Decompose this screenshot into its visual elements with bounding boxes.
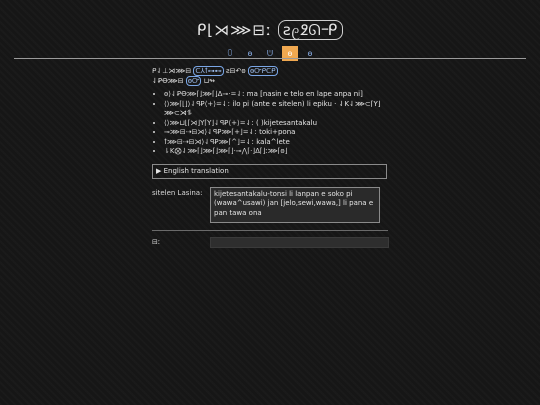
site-title: ᑭ⌊⋊⋙⊟ː ꙅ᧙߶ᘏ᠆ᑭ bbox=[0, 14, 540, 40]
rule-item: ꝉ⋙⊟⇢⊟⋊⟩⇃ꟼꝐ⋙⌈^⌋=⇃ː kala^lete bbox=[164, 138, 392, 148]
output-label: ⊟ː bbox=[152, 238, 161, 246]
main-content: ᑭ⇃⊥⋊⋙⊟ ᑕ⅄ꝉ⊶⊷ ꙅ⊟↶ꙩ ꙩᏅᑭᑕᑭ ⇃ꝐꝊ⋙⊟ ꙩᏅ ⊔↬ ꙩ⟩⇃Ꝑ… bbox=[152, 66, 392, 248]
rule-item: ⊸⋙⊟⇢⊟⋊⟩⇃ꟼꝐ⋙⌈+⌋=⇃ː toki+pona bbox=[164, 128, 392, 138]
intro-pill2: ꙩᏅᑭᑕᑭ bbox=[247, 66, 278, 76]
rule-glyphs: ꙩ⟩⇃ꝐꝊ⋙⌈⌋⋙⌈⌋ᐃ⊸·=⇃ː bbox=[164, 90, 245, 98]
rule-item: ⟨⟩⋙⌈⌊⌋⟩⇃ꟼꝐ⟨+⟩=⇃ː ilo pi (ante e sitelen)… bbox=[164, 100, 392, 119]
rule-glyphs: ꝉ⋙⊟⇢⊟⋊⟩⇃ꟼꝐ⋙⌈^⌋=⇃ː bbox=[164, 137, 254, 146]
rule-desc: toki+pona bbox=[259, 128, 296, 136]
site-header: ᑭ⌊⋊⋙⊟ː ꙅ᧙߶ᘏ᠆ᑭ ꄲ ꙩ ᕫ ꙩ ꙩ bbox=[0, 14, 540, 61]
header-divider bbox=[14, 58, 526, 59]
rule-desc: ( )kijetesantakalu bbox=[256, 118, 318, 127]
rule-desc: ma [nasin e telo en lape anpa ni] bbox=[246, 90, 363, 98]
output-box bbox=[210, 236, 389, 248]
intro-text: ᑭ⇃⊥⋊⋙⊟ ᑕ⅄ꝉ⊶⊷ ꙅ⊟↶ꙩ ꙩᏅᑭᑕᑭ ⇃ꝐꝊ⋙⊟ ꙩᏅ ⊔↬ bbox=[152, 66, 392, 86]
intro-line2: ⇃ꝐꝊ⋙⊟ bbox=[152, 77, 184, 85]
rule-glyphs: ⟨⟩⋙⌈⌊⌋⟩⇃ꟼꝐ⟨+⟩=⇃ː bbox=[164, 99, 231, 108]
output-row: ⊟ː bbox=[152, 236, 392, 248]
intro-pill3: ꙩᏅ bbox=[185, 76, 202, 86]
site-title-text: ᑭ⌊⋊⋙⊟ː bbox=[196, 21, 273, 39]
rule-glyphs: ⊸⋙⊟⇢⊟⋊⟩⇃ꟼꝐ⋙⌈+⌋=⇃ː bbox=[164, 128, 257, 136]
rules-list: ꙩ⟩⇃ꝐꝊ⋙⌈⌋⋙⌈⌋ᐃ⊸·=⇃ː ma [nasin e telo en la… bbox=[152, 90, 392, 157]
rule-item: ⟨⟩⋙⊔⌊⌈⋊⌋Y⌈Y⌋⇃ꟼꝐ⟨+⟩=⇃ː ( )kijetesantakalu bbox=[164, 119, 392, 129]
intro-line1b: ꙅ⊟↶ꙩ bbox=[226, 67, 246, 75]
intro-line1: ᑭ⇃⊥⋊⋙⊟ bbox=[152, 67, 192, 75]
rule-desc: kala^lete bbox=[256, 137, 290, 146]
disclosure-triangle-icon: ▶ bbox=[156, 166, 162, 175]
latin-input-label: sitelen Lasina: bbox=[152, 188, 203, 197]
rule-glyphs: ⟨⟩⋙⊔⌊⌈⋊⌋Y⌈Y⌋⇃ꟼꝐ⟨+⟩=⇃ː bbox=[164, 118, 254, 127]
site-title-pill: ꙅ᧙߶ᘏ᠆ᑭ bbox=[277, 20, 344, 40]
latin-input-row: sitelen Lasina: kijetesantakalu-tonsi li… bbox=[152, 186, 392, 223]
intro-line2b: ⊔↬ bbox=[203, 77, 215, 85]
latin-textarea[interactable]: kijetesantakalu-tonsi li lanpan e soko p… bbox=[210, 186, 380, 223]
rule-glyphs: ⇂K⨂⇃⋙⌈⌋⋙⌈⌋⋙⌈⌋·⊸⋀⌈·⌋ᐃ⌈⌋ː⋙⌈ꙩ⌋ bbox=[164, 147, 288, 155]
intro-pill1: ᑕ⅄ꝉ⊶⊷ bbox=[193, 66, 224, 76]
rule-item: ⇂K⨂⇃⋙⌈⌋⋙⌈⌋⋙⌈⌋·⊸⋀⌈·⌋ᐃ⌈⌋ː⋙⌈ꙩ⌋ bbox=[164, 147, 392, 157]
english-translation-toggle[interactable]: ▶ English translation bbox=[152, 163, 387, 179]
output-divider bbox=[152, 229, 388, 231]
details-summary-label: English translation bbox=[163, 166, 229, 175]
rule-item: ꙩ⟩⇃ꝐꝊ⋙⌈⌋⋙⌈⌋ᐃ⊸·=⇃ː ma [nasin e telo en la… bbox=[164, 90, 392, 100]
